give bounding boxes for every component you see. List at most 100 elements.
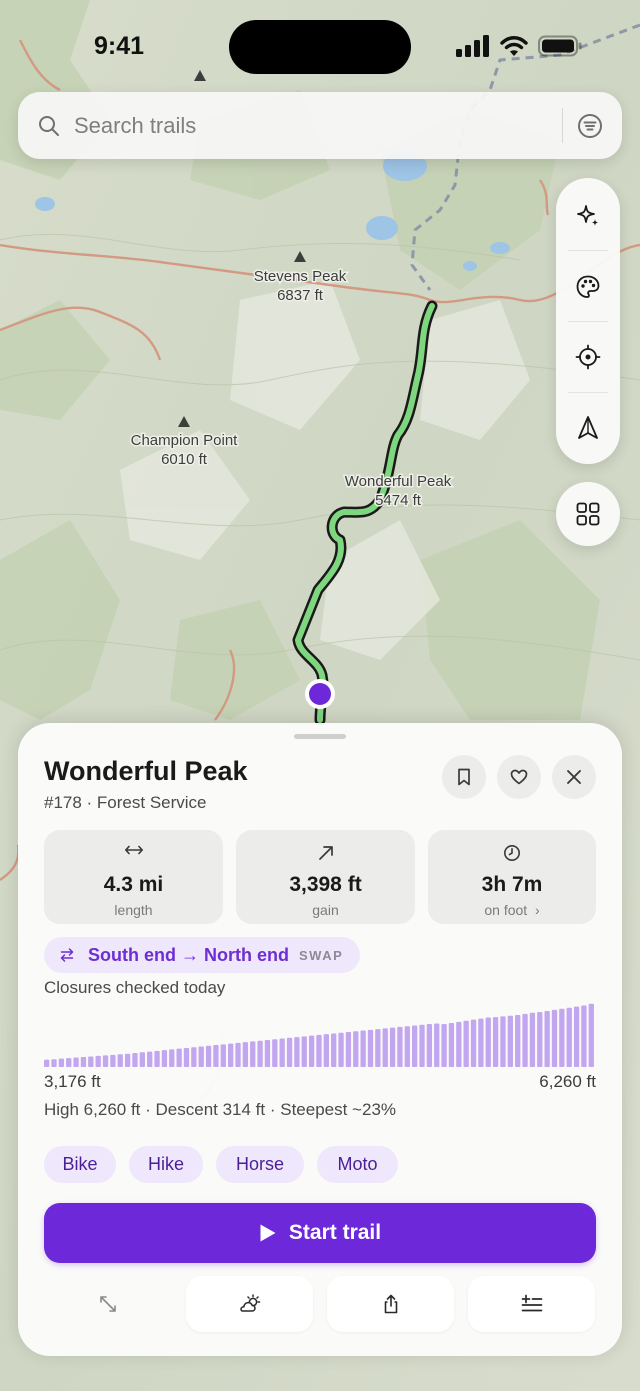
elevation-bar: [515, 1014, 521, 1067]
elevation-bar: [117, 1054, 123, 1067]
weather-cloud-sun-icon: [239, 1294, 260, 1312]
activity-chip-moto[interactable]: Moto: [317, 1146, 398, 1183]
share-button[interactable]: [327, 1276, 454, 1332]
elevation-bar: [191, 1047, 197, 1067]
elevation-bar: [485, 1017, 491, 1067]
ai-suggest-button[interactable]: [556, 180, 620, 251]
elevation-bar: [581, 1005, 587, 1067]
elevation-bar: [573, 1006, 580, 1067]
elevation-bar: [360, 1030, 366, 1067]
activity-chip-horse[interactable]: Horse: [216, 1146, 304, 1183]
elevation-bar: [345, 1032, 352, 1067]
elevation-bar: [382, 1028, 388, 1067]
elevation-bar: [301, 1036, 307, 1067]
peak-champion-name: Champion Point: [131, 432, 239, 449]
weather-button[interactable]: [186, 1276, 313, 1332]
elevation-bar: [161, 1050, 168, 1067]
elevation-bar: [316, 1034, 322, 1067]
peak-wonderful-elevation: 5474 ft: [375, 492, 422, 509]
elevation-bar: [507, 1015, 513, 1067]
search-input[interactable]: [74, 112, 534, 139]
elevation-bar: [588, 1003, 594, 1067]
close-button[interactable]: [552, 755, 596, 799]
locate-me-button[interactable]: [556, 321, 620, 392]
search-bar: [18, 92, 622, 159]
peak-stevens-name: Stevens Peak: [254, 268, 347, 285]
elevation-bar: [434, 1023, 440, 1067]
elevation-bar: [95, 1055, 101, 1067]
elevation-bar: [220, 1044, 226, 1067]
elevation-bar: [264, 1039, 271, 1067]
elevation-bar: [551, 1009, 558, 1067]
status-time: 9:41: [94, 32, 145, 60]
closures-status: Closures checked today: [44, 978, 226, 997]
sparkles-icon: [577, 204, 599, 226]
elevation-bar: [66, 1058, 72, 1067]
elevation-profile-chart[interactable]: [44, 1003, 596, 1067]
bookmark-button[interactable]: [442, 755, 486, 799]
elevation-bar: [198, 1046, 204, 1067]
elevation-bar: [102, 1055, 109, 1067]
stat-duration-value: 3h 7m: [481, 873, 543, 896]
compass-button[interactable]: [556, 392, 620, 463]
elevation-bar: [529, 1012, 536, 1067]
heart-icon: [510, 769, 528, 785]
start-trail-label: Start trail: [288, 1221, 382, 1244]
elevation-bar: [147, 1051, 153, 1067]
elevation-bar: [470, 1019, 477, 1067]
favorite-button[interactable]: [497, 755, 541, 799]
stat-duration[interactable]: 3h 7m on foot ›: [428, 830, 596, 924]
activity-chip-bike[interactable]: Bike: [44, 1146, 116, 1183]
elevation-bar: [559, 1008, 565, 1067]
elevation-bar: [110, 1054, 116, 1067]
elevation-bar: [228, 1043, 234, 1067]
elevation-bar: [331, 1033, 337, 1067]
elevation-bar: [139, 1052, 145, 1067]
elevation-bar: [566, 1007, 572, 1067]
direction-text: South end → North end: [88, 944, 289, 965]
layers-button[interactable]: [556, 482, 620, 546]
start-trail-button[interactable]: Start trail: [44, 1203, 596, 1263]
trail-subtitle: #178 · Forest Service: [44, 793, 207, 812]
battery-icon: [538, 35, 582, 57]
expand-button[interactable]: [44, 1276, 171, 1332]
elevation-bar: [389, 1027, 396, 1067]
trail-detail-sheet: Wonderful Peak #178 · Forest Service 4.3…: [18, 723, 622, 1356]
search-divider: [562, 108, 563, 143]
play-icon: [260, 1224, 276, 1242]
elevation-bar: [367, 1029, 374, 1067]
elevation-bar: [176, 1048, 182, 1067]
palette-icon: [576, 275, 600, 298]
elevation-summary: High 6,260 ft · Descent 314 ft · Steepes…: [44, 1100, 397, 1119]
elevation-bar: [205, 1045, 212, 1067]
elevation-bar: [154, 1050, 160, 1067]
compass-icon: [578, 415, 598, 439]
add-to-list-button[interactable]: [468, 1276, 595, 1332]
elevation-bar: [448, 1022, 455, 1067]
map-style-button[interactable]: [556, 251, 620, 322]
elevation-bar: [522, 1013, 528, 1067]
elevation-bar: [404, 1026, 410, 1067]
bookmark-icon: [458, 768, 470, 786]
activity-chip-hike[interactable]: Hike: [129, 1146, 203, 1183]
direction-swap-pill[interactable]: South end → North end SWAP: [44, 937, 360, 973]
sheet-grabber[interactable]: [294, 734, 346, 739]
elevation-bar: [132, 1053, 138, 1067]
position-marker[interactable]: [309, 683, 331, 705]
elevation-bar: [375, 1029, 381, 1067]
peak-wonderful-name: Wonderful Peak: [345, 473, 452, 490]
elevation-bar: [272, 1039, 278, 1067]
elevation-bar: [58, 1058, 65, 1067]
map-controls: [556, 178, 620, 464]
elevation-bar: [124, 1053, 131, 1067]
elevation-bar: [463, 1020, 469, 1067]
wifi-icon: [500, 36, 528, 56]
elevation-bar: [478, 1018, 484, 1067]
peak-stevens-elevation: 6837 ft: [277, 287, 324, 304]
peak-champion-elevation: 6010 ft: [161, 451, 208, 468]
elevation-bar: [492, 1017, 499, 1067]
elevation-bar: [441, 1024, 447, 1067]
search-icon: [39, 115, 59, 136]
elevation-bar: [294, 1037, 300, 1067]
filter-icon[interactable]: [576, 112, 604, 140]
